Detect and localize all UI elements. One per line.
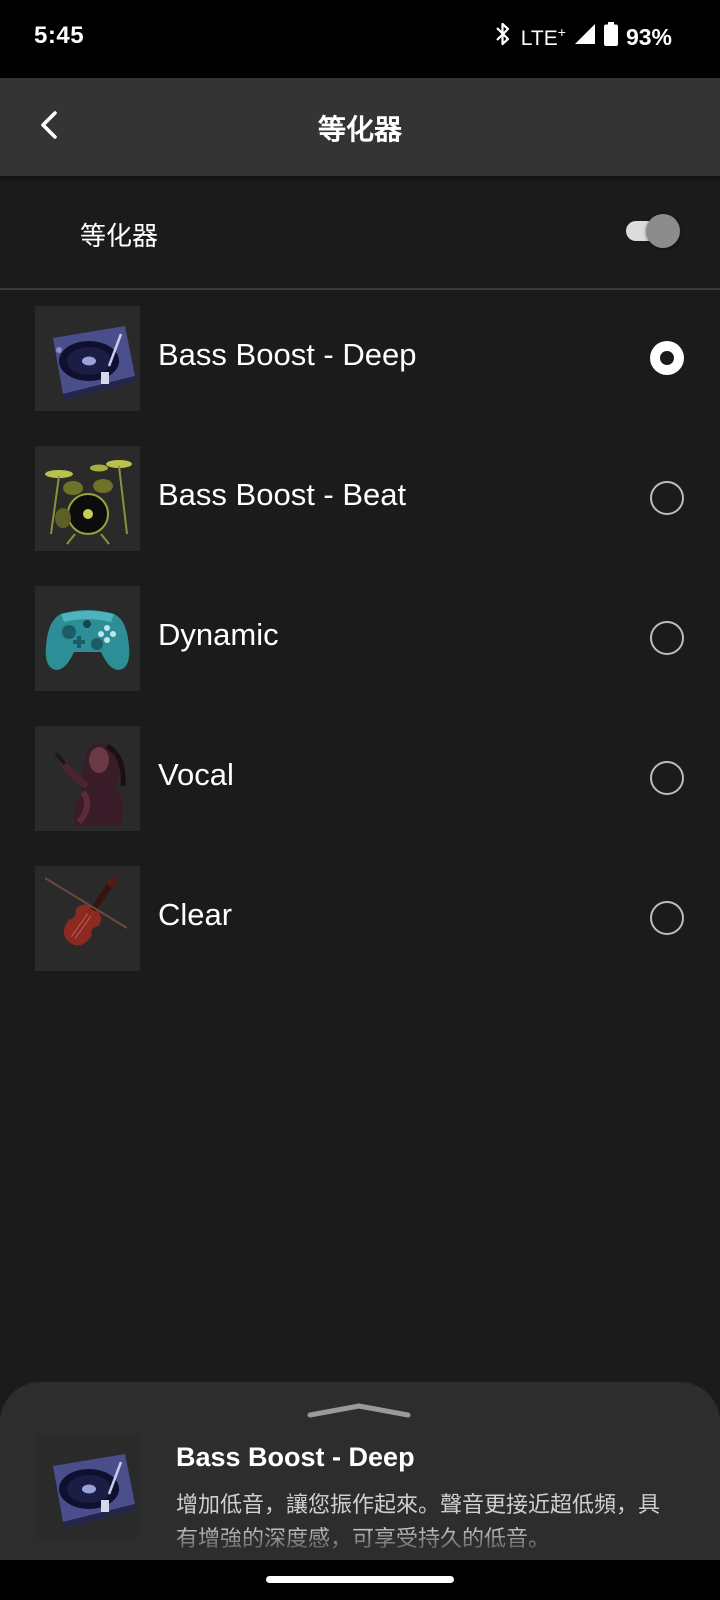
battery-icon: [603, 22, 618, 52]
singer-icon: [35, 726, 140, 831]
app-bar: 等化器: [0, 78, 720, 176]
preset-radio[interactable]: [650, 621, 684, 655]
home-gesture-handle[interactable]: [266, 1576, 454, 1583]
bluetooth-icon: [493, 22, 513, 52]
switch-thumb: [646, 214, 680, 248]
preset-label: Bass Boost - Beat: [158, 477, 407, 512]
battery-percent: 93%: [625, 23, 672, 50]
equalizer-switch[interactable]: [626, 213, 680, 248]
preset-label: Vocal: [158, 757, 234, 792]
preset-radio-selected[interactable]: [650, 341, 684, 375]
preset-radio[interactable]: [650, 901, 684, 935]
preset-radio[interactable]: [650, 481, 684, 515]
page-title: 等化器: [317, 114, 402, 145]
navigation-bar: [0, 1560, 720, 1600]
sheet-title: Bass Boost - Deep: [176, 1442, 415, 1472]
status-icons: LTE+ 93%: [493, 22, 672, 52]
sheet-fade: [0, 1526, 720, 1560]
preset-list: Bass Boost - Deep Bass Boost - Beat Dyna…: [0, 300, 720, 1000]
equalizer-toggle-row[interactable]: 等化器: [0, 176, 720, 290]
status-bar: 5:45 LTE+ 93%: [0, 0, 720, 78]
preset-item-vocal[interactable]: Vocal: [0, 720, 720, 860]
preset-item-bass-boost-beat[interactable]: Bass Boost - Beat: [0, 440, 720, 580]
status-time: 5:45: [34, 22, 85, 49]
preset-radio[interactable]: [650, 761, 684, 795]
equalizer-toggle-label: 等化器: [80, 221, 159, 251]
preset-label: Clear: [158, 897, 233, 932]
turntable-icon: [35, 1434, 140, 1539]
preset-item-clear[interactable]: Clear: [0, 860, 720, 1000]
preset-label: Bass Boost - Deep: [158, 337, 417, 372]
turntable-icon: [35, 306, 140, 411]
preset-item-bass-boost-deep[interactable]: Bass Boost - Deep: [0, 300, 720, 440]
signal-icon: [574, 23, 596, 51]
preset-detail-sheet[interactable]: Bass Boost - Deep 增加低音，讓您振作起來。聲音更接近超低頻，具…: [0, 1382, 720, 1560]
preset-label: Dynamic: [158, 617, 279, 652]
network-type: LTE+: [520, 23, 566, 50]
preset-item-dynamic[interactable]: Dynamic: [0, 580, 720, 720]
drum-kit-icon: [35, 446, 140, 551]
expand-handle-icon[interactable]: [306, 1400, 412, 1420]
violin-icon: [35, 866, 140, 971]
game-controller-icon: [35, 586, 140, 691]
